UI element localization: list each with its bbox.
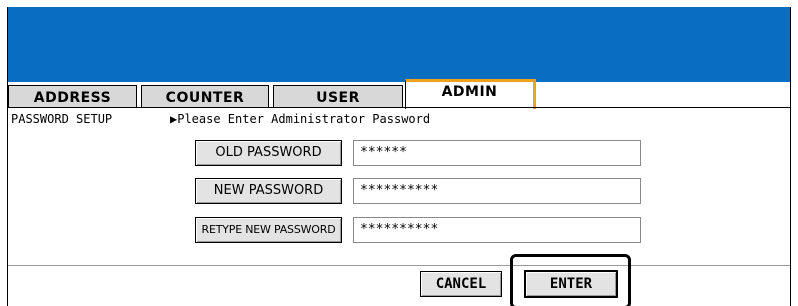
cancel-button[interactable]: CANCEL: [420, 271, 502, 297]
tab-bar: ADDRESS COUNTER USER ADMIN: [8, 79, 790, 109]
retype-password-button[interactable]: RETYPE NEW PASSWORD: [195, 217, 342, 243]
tab-user[interactable]: USER: [273, 85, 403, 108]
tab-counter[interactable]: COUNTER: [141, 85, 269, 108]
admin-screen: ADDRESS COUNTER USER ADMIN PASSWORD SETU…: [7, 7, 791, 306]
section-title: PASSWORD SETUP: [11, 112, 113, 126]
enter-button[interactable]: ENTER: [524, 270, 618, 298]
page-header: PASSWORD SETUP ▶Please Enter Administrat…: [8, 110, 790, 128]
tab-admin[interactable]: ADMIN: [405, 79, 536, 109]
instruction-text: ▶Please Enter Administrator Password: [170, 112, 431, 126]
old-password-button[interactable]: OLD PASSWORD: [195, 140, 342, 166]
new-password-field[interactable]: **********: [353, 178, 641, 204]
title-bar: [8, 7, 790, 82]
tab-address[interactable]: ADDRESS: [8, 85, 137, 108]
new-password-button[interactable]: NEW PASSWORD: [195, 178, 342, 204]
footer-divider: [8, 265, 790, 266]
tab-divider: [8, 107, 790, 108]
retype-password-field[interactable]: **********: [353, 217, 641, 243]
old-password-field[interactable]: ******: [353, 140, 641, 166]
